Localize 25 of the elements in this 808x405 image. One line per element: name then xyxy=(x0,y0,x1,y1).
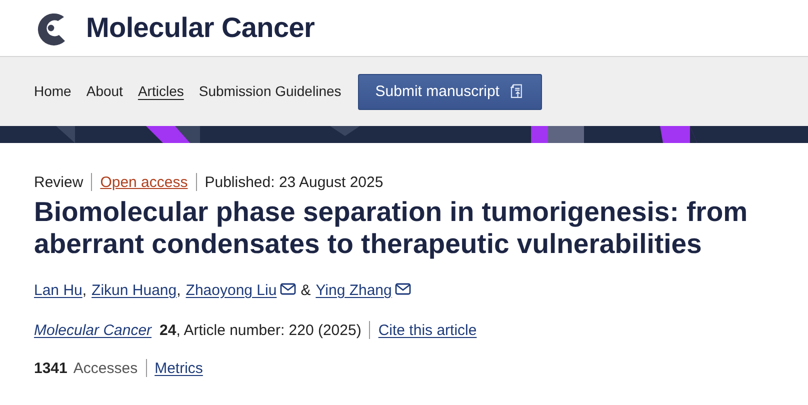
journal-link[interactable]: Molecular Cancer xyxy=(34,322,152,338)
nav-link[interactable]: About xyxy=(86,83,123,100)
submit-manuscript-button[interactable]: Submit manuscript xyxy=(358,74,542,110)
email-icon[interactable] xyxy=(280,283,296,295)
published-date: Published: 23 August 2025 xyxy=(204,174,384,190)
author-link[interactable]: Ying Zhang xyxy=(316,282,411,299)
author-link[interactable]: Zhaoyong Liu xyxy=(186,282,296,299)
separator: & xyxy=(300,282,311,299)
citation-text: 24, Article number: 220 (2025) xyxy=(160,322,362,338)
author-link[interactable]: Zikun Huang xyxy=(92,282,177,299)
accesses-label: Accesses xyxy=(73,360,138,376)
metrics-link[interactable]: Metrics xyxy=(154,360,203,376)
site-title[interactable]: Molecular Cancer xyxy=(86,12,315,44)
separator: , xyxy=(176,282,181,299)
nav-link[interactable]: Home xyxy=(34,83,72,100)
article-title: Biomolecular phase separation in tumorigenesis: from aberrant condensates to therapeutic vulnerabilities xyxy=(34,196,749,260)
author-link[interactable]: Lan Hu xyxy=(34,282,82,299)
email-icon[interactable] xyxy=(394,283,411,295)
nav-link[interactable]: Submission Guidelines xyxy=(198,83,342,100)
article-type: Review xyxy=(34,174,84,190)
separator: , xyxy=(82,282,87,299)
open-access-link[interactable]: Open access xyxy=(100,174,188,190)
nav-link[interactable]: Articles xyxy=(138,83,184,100)
cite-link[interactable]: Cite this article xyxy=(378,322,477,338)
access-count: 1341 xyxy=(34,360,68,376)
